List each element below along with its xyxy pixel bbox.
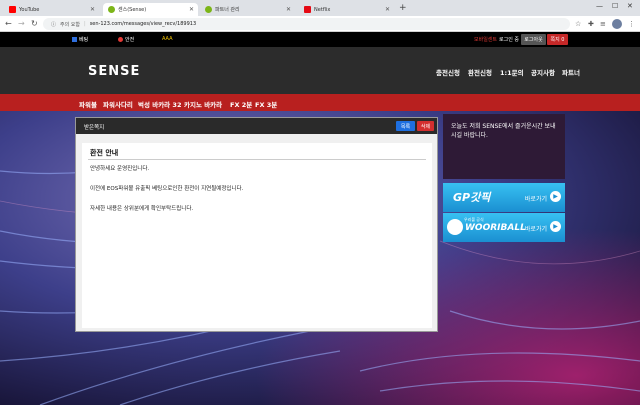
strip-label: AAA xyxy=(162,36,173,42)
nav-deposit[interactable]: 충전신청 xyxy=(436,67,460,77)
game-casino-baccarat[interactable]: 카지노 바카라 xyxy=(184,99,222,109)
tab-label: Netflix xyxy=(314,6,331,13)
game-baccarat-32[interactable]: 벅성 바카라 32 xyxy=(138,99,181,109)
ball-icon xyxy=(447,219,463,235)
minimize-icon[interactable]: — xyxy=(596,2,603,10)
message-panel: 받은쪽지 목록 삭제 환전 안내 안녕하세요 운영진입니다. 이전에 EOS파워… xyxy=(75,117,438,332)
browser-tab-bar: YouTube ✕ 센스(Sense) ✕ 파트너 관리 ✕ Netflix ✕… xyxy=(0,0,640,16)
youtube-icon xyxy=(9,6,16,13)
tab-netflix[interactable]: Netflix ✕ xyxy=(299,3,394,16)
url-input[interactable]: ⓘ 주의 요함 | sen-123.com/messages/view_recv… xyxy=(43,18,570,30)
message-title: 환전 안내 xyxy=(90,149,119,157)
url-text: sen-123.com/messages/view_recv/189913 xyxy=(89,21,197,27)
panel-header: 받은쪽지 목록 삭제 xyxy=(76,118,437,134)
banner-gp-title: GP갓픽 xyxy=(453,191,491,204)
banner-go-link[interactable]: 바로가기 xyxy=(525,194,547,203)
promo-text: 오늘도 저희 SENSE에서 즐거운시간 보내시길 바랍니다. xyxy=(451,123,556,139)
forward-icon[interactable]: → xyxy=(18,19,25,29)
game-fx2[interactable]: FX 2분 xyxy=(230,99,252,109)
banner-wooriball[interactable]: 우리볼 공식 WOORIBALL 바로가기 ▶ xyxy=(443,213,565,242)
login-status: 로그인 중 xyxy=(499,37,520,43)
strip-label: 안전 xyxy=(125,37,135,43)
nav-inquiry[interactable]: 1:1문의 xyxy=(500,67,524,77)
divider xyxy=(88,159,426,160)
new-tab-button[interactable]: + xyxy=(399,3,407,13)
more-icon[interactable]: ⋮ xyxy=(628,19,635,29)
site-top-strip: 베팅 안전 AAA 모바일센트 로그인 중 로그아웃 쪽지 0 xyxy=(0,32,640,47)
game-powerball[interactable]: 파워볼 xyxy=(79,99,97,109)
banner-wooriball-title: WOORIBALL xyxy=(465,223,526,233)
username: 모바일센트 xyxy=(474,37,498,43)
tab-partner[interactable]: 파트너 관리 ✕ xyxy=(200,3,295,16)
security-label: 주의 요함 xyxy=(60,21,81,28)
menu-icon[interactable]: ≡ xyxy=(600,19,606,29)
message-line: 자세한 내용은 상위분에게 확인부탁드립니다. xyxy=(90,206,194,212)
banner-go-link[interactable]: 바로가기 xyxy=(525,224,547,233)
site-icon xyxy=(205,6,212,13)
nav-notice[interactable]: 공지사항 xyxy=(531,67,555,77)
maximize-icon[interactable]: ☐ xyxy=(612,2,618,10)
game-powerladder[interactable]: 파워사다리 xyxy=(103,99,133,109)
play-icon[interactable]: ▶ xyxy=(550,221,561,232)
message-line: 안녕하세요 운영진입니다. xyxy=(90,166,150,172)
reload-icon[interactable]: ↻ xyxy=(31,19,38,29)
tab-youtube[interactable]: YouTube ✕ xyxy=(4,3,99,16)
site-header: SENSE 충전신청 환전신청 1:1문의 공지사항 파트너 xyxy=(0,47,640,94)
logout-button[interactable]: 로그아웃 xyxy=(521,34,546,45)
tab-sense[interactable]: 센스(Sense) ✕ xyxy=(103,3,198,16)
strip-item-aaa[interactable]: AAA xyxy=(162,36,173,42)
strip-item-safe[interactable]: 안전 xyxy=(118,36,134,43)
panel-title: 받은쪽지 xyxy=(84,125,105,131)
dot-icon xyxy=(118,37,123,42)
close-icon[interactable]: ✕ xyxy=(286,6,291,13)
warning-icon: ⓘ xyxy=(51,21,57,28)
strip-label: 베팅 xyxy=(79,37,89,43)
extension-icon[interactable]: ✚ xyxy=(588,19,594,29)
promo-box: 오늘도 저희 SENSE에서 즐거운시간 보내시길 바랍니다. xyxy=(443,114,565,179)
back-icon[interactable]: ← xyxy=(5,19,12,29)
nav-withdraw[interactable]: 환전신청 xyxy=(468,67,492,77)
message-button[interactable]: 쪽지 0 xyxy=(547,34,568,45)
game-nav: 파워볼 파워사다리 벅성 바카라 32 카지노 바카라 FX 2분 FX 3분 xyxy=(0,94,640,111)
play-icon[interactable]: ▶ xyxy=(550,191,561,202)
game-fx3[interactable]: FX 3분 xyxy=(255,99,277,109)
delete-button[interactable]: 삭제 xyxy=(417,121,434,131)
message-body: 환전 안내 안녕하세요 운영진입니다. 이전에 EOS파워볼 유출픽 베팅으로인… xyxy=(82,143,432,328)
close-icon[interactable]: ✕ xyxy=(385,6,390,13)
site-icon xyxy=(108,6,115,13)
strip-item-bet[interactable]: 베팅 xyxy=(72,36,88,43)
tab-label: 파트너 관리 xyxy=(215,7,240,13)
message-line: 이전에 EOS파워볼 유출픽 베팅으로인한 환전이 지연될예정입니다. xyxy=(90,186,244,192)
tab-label: YouTube xyxy=(19,6,40,13)
netflix-icon xyxy=(304,6,311,13)
banner-gp[interactable]: GP갓픽 바로가기 ▶ xyxy=(443,183,565,212)
star-icon[interactable]: ☆ xyxy=(575,19,581,29)
tab-label: 센스(Sense) xyxy=(118,7,147,13)
close-icon[interactable]: ✕ xyxy=(189,6,194,13)
list-button[interactable]: 목록 xyxy=(396,121,415,131)
square-icon xyxy=(72,37,77,42)
site-logo[interactable]: SENSE xyxy=(88,64,140,79)
nav-partner[interactable]: 파트너 xyxy=(562,67,580,77)
avatar[interactable] xyxy=(612,19,622,29)
close-icon[interactable]: ✕ xyxy=(90,6,95,13)
close-window-icon[interactable]: ✕ xyxy=(627,2,633,10)
address-bar-row: ← → ↻ ⓘ 주의 요함 | sen-123.com/messages/vie… xyxy=(0,16,640,32)
